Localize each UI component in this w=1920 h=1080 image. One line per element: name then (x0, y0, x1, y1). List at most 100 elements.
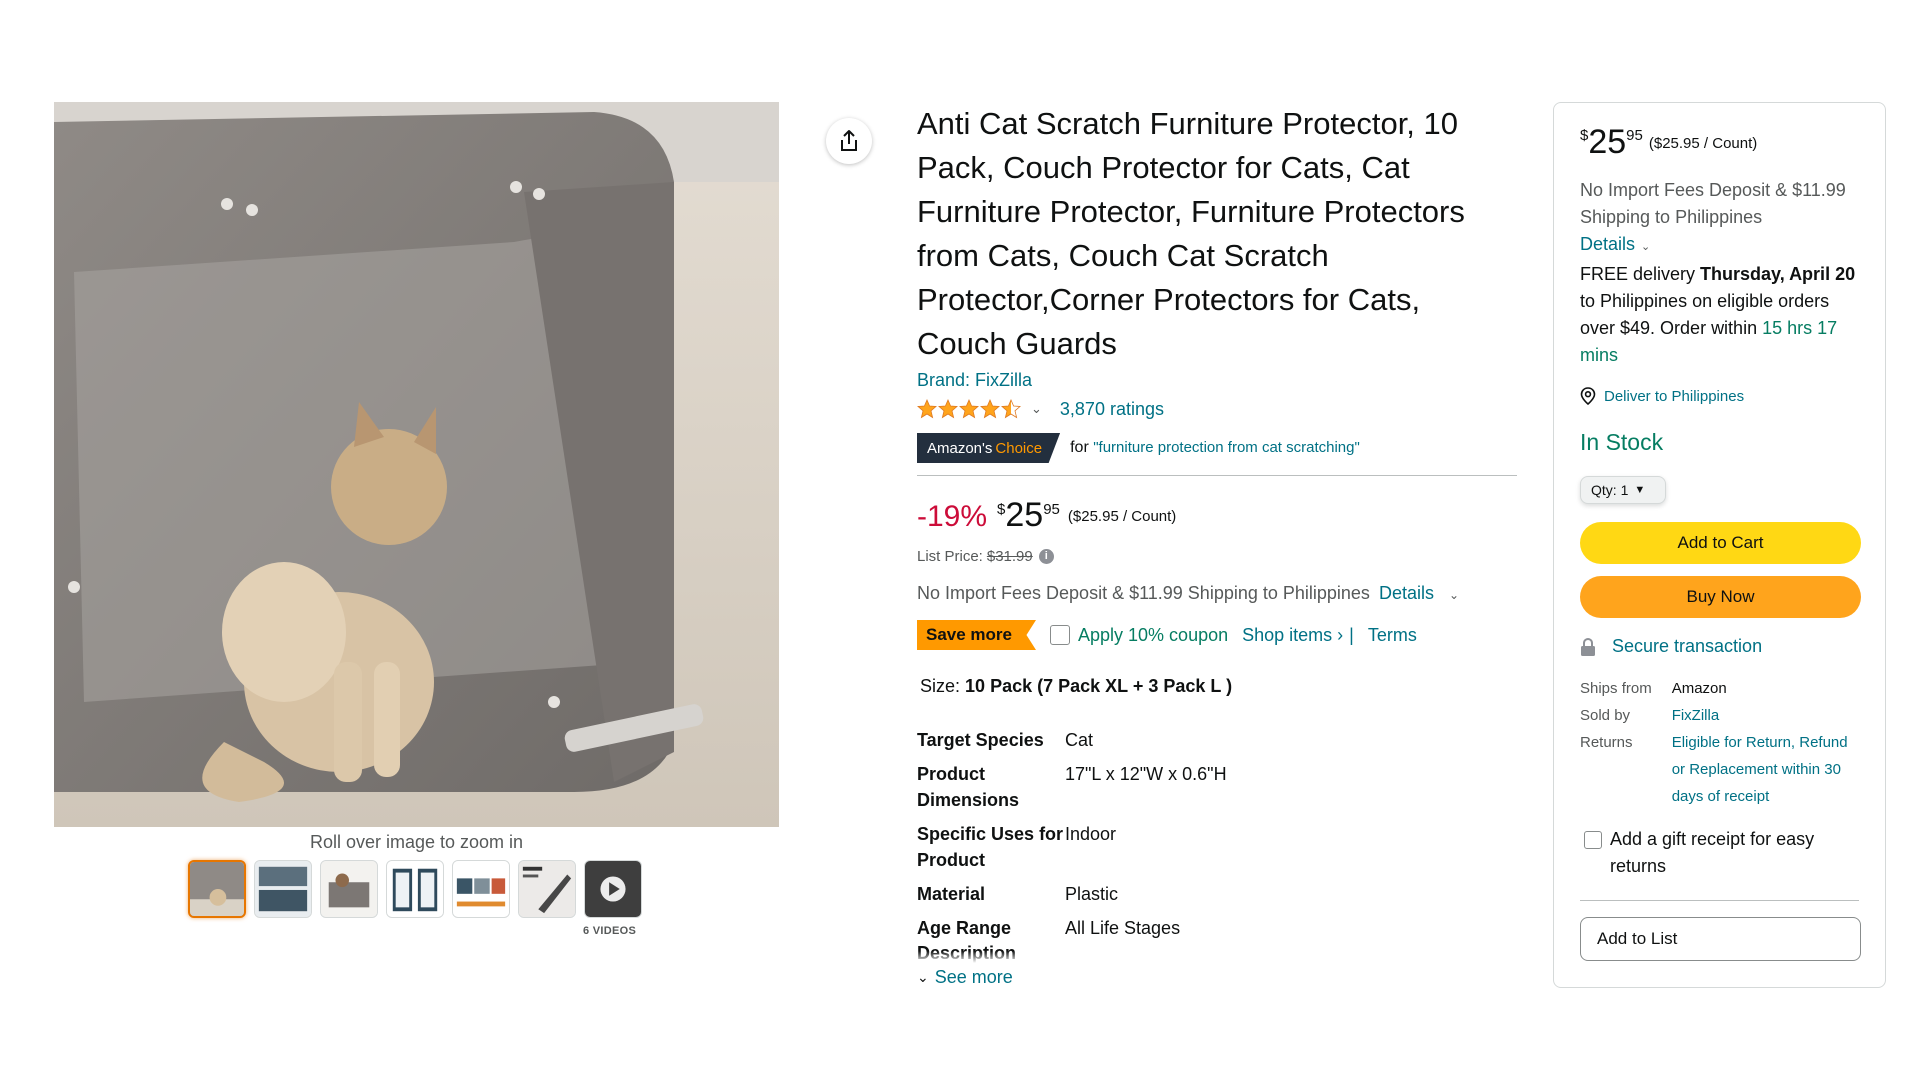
coupon-row: Save more Apply 10% coupon Shop items › … (917, 620, 1517, 650)
star-icon (917, 399, 937, 419)
quantity-select[interactable]: Qty: 1 ▼ (1580, 476, 1666, 504)
lock-icon (1581, 637, 1595, 656)
spec-row: Specific Uses for Product Indoor (917, 817, 1477, 877)
gift-receipt-label[interactable]: Add a gift receipt for easy returns (1610, 826, 1859, 880)
list-price-label: List Price: (917, 548, 983, 565)
shipping-details-link[interactable]: Details (1580, 234, 1635, 254)
spec-row: Age Range All Life Stages (917, 911, 1477, 945)
rating-row: ⌄ 3,870 ratings (917, 397, 1517, 421)
shipping-details-link[interactable]: Details (1379, 583, 1434, 603)
chevron-down-icon[interactable]: ⌄ (1031, 401, 1042, 417)
info-icon[interactable]: i (1038, 549, 1054, 564)
thumbnail-1[interactable] (188, 860, 246, 918)
spec-value: Cat (1065, 730, 1094, 750)
add-to-list-button[interactable]: Add to List (1580, 917, 1861, 961)
chevron-down-icon: ⌄ (917, 969, 929, 985)
product-info: Anti Cat Scratch Furniture Protector, 10… (917, 102, 1517, 988)
choice-for-label: for (1070, 439, 1089, 456)
qty-value: 1 (1620, 482, 1629, 498)
spec-key-truncated: Description (917, 943, 1017, 963)
qty-label: Qty: (1591, 482, 1617, 498)
delivery-prefix: FREE delivery (1580, 264, 1696, 284)
price-symbol: $ (1580, 127, 1589, 144)
choice-badge-word: Choice (995, 439, 1043, 457)
shop-items-link[interactable]: Shop items › (1242, 625, 1343, 646)
seller-info: Ships from Amazon Sold by FixZilla Retur… (1580, 675, 1859, 810)
thumbnail-6[interactable] (518, 860, 576, 918)
secure-transaction-label: Secure transaction (1612, 636, 1763, 656)
star-icon (980, 399, 1000, 419)
chevron-down-icon[interactable]: ⌄ (1641, 241, 1650, 253)
thumbnail-3[interactable] (320, 860, 378, 918)
price-row: -19% $ 25 95 ($25.95 / Count) (917, 498, 1517, 536)
price-fraction: 95 (1043, 501, 1060, 518)
size-value: 10 Pack (7 Pack XL + 3 Pack L ) (965, 676, 1233, 696)
main-product-image[interactable] (54, 102, 779, 827)
spec-row: Target Species Cat (917, 723, 1477, 757)
secure-transaction-link[interactable]: Secure transaction (1580, 636, 1859, 657)
price-per-unit: ($25.95 / Count) (1067, 508, 1177, 525)
shipping-text: No Import Fees Deposit & $11.99 Shipping… (1580, 180, 1846, 227)
discount-percent: -19% (917, 500, 988, 533)
share-button[interactable] (826, 118, 872, 164)
list-price-value: $31.99 (986, 548, 1033, 565)
spec-key: Age Range (917, 918, 1012, 938)
save-more-badge: Save more (917, 620, 1036, 650)
deliver-to-link[interactable]: Deliver to Philippines (1580, 387, 1859, 405)
ratings-count-link[interactable]: 3,870 ratings (1060, 399, 1164, 420)
half-star-icon (1001, 399, 1021, 419)
product-specs-table: Target Species Cat Product Dimensions 17… (917, 723, 1477, 945)
see-more-link[interactable]: ⌄ See more (917, 967, 1517, 988)
size-info: Size: 10 Pack (7 Pack XL + 3 Pack L ) (920, 676, 1517, 697)
ships-from-label: Ships from (1580, 680, 1652, 697)
thumbnail-strip (188, 860, 642, 918)
thumbnail-2[interactable] (254, 860, 312, 918)
size-label: Size: (920, 676, 961, 696)
spec-key: Target Species (917, 730, 1044, 750)
thumbnail-5[interactable] (452, 860, 510, 918)
chevron-down-icon[interactable]: ⌄ (1449, 588, 1459, 602)
amazons-choice-badge: Amazon's Choice (917, 433, 1061, 463)
price-whole: 25 (1588, 123, 1627, 161)
spec-value: Plastic (1065, 884, 1119, 904)
returns-row: Returns Eligible for Return, Refund or R… (1580, 729, 1859, 810)
location-pin-icon (1580, 387, 1596, 405)
add-to-cart-button[interactable]: Add to Cart (1580, 522, 1861, 564)
choice-badge-label: Amazon's (927, 439, 993, 457)
sold-by-row: Sold by FixZilla (1580, 702, 1859, 729)
coupon-checkbox[interactable] (1050, 625, 1070, 645)
price-whole: 25 (1005, 496, 1044, 534)
sold-by-link[interactable]: FixZilla (1672, 702, 1859, 729)
star-rating[interactable] (917, 399, 1021, 419)
price-symbol: $ (997, 501, 1006, 518)
choice-for-text: for "furniture protection from cat scrat… (1070, 439, 1360, 457)
chevron-down-icon: ▼ (1634, 484, 1646, 496)
ships-from-value: Amazon (1671, 680, 1727, 697)
thumbnail-4[interactable] (386, 860, 444, 918)
spec-value: Indoor (1065, 824, 1117, 844)
terms-link[interactable]: Terms (1368, 625, 1417, 646)
list-price-row: List Price: $31.99 i (917, 548, 1517, 565)
zoom-hint: Roll over image to zoom in (309, 832, 524, 852)
coupon-label[interactable]: Apply 10% coupon (1078, 625, 1228, 646)
spec-key: Material (917, 884, 986, 904)
delivery-date: Thursday, April 20 (1700, 264, 1856, 284)
price-per-unit: ($25.95 / Count) (1648, 135, 1758, 152)
choice-keyword-link[interactable]: "furniture protection from cat scratchin… (1093, 439, 1360, 456)
spec-key: Product Dimensions (917, 764, 1020, 810)
buy-now-button[interactable]: Buy Now (1580, 576, 1861, 618)
videos-count-label: 6 VIDEOS (583, 925, 637, 937)
product-title: Anti Cat Scratch Furniture Protector, 10… (917, 106, 1465, 361)
brand-link[interactable]: Brand: FixZilla (917, 370, 1032, 391)
spec-key: Specific Uses for Product (917, 824, 1064, 870)
returns-policy-link[interactable]: Eligible for Return, Refund or Replaceme… (1672, 729, 1859, 810)
buy-box: $ 25 95 ($25.95 / Count) No Import Fees … (1553, 102, 1886, 988)
link-separator: | (1349, 624, 1354, 645)
see-more-label: See more (934, 967, 1013, 987)
buybox-divider (1580, 900, 1859, 901)
video-thumbnail[interactable] (584, 860, 642, 918)
gift-receipt-checkbox[interactable] (1584, 831, 1602, 849)
ships-from-row: Ships from Amazon (1580, 675, 1859, 702)
spec-value: 17"L x 12"W x 0.6"H (1065, 764, 1227, 784)
deliver-to-label: Deliver to Philippines (1604, 387, 1745, 405)
